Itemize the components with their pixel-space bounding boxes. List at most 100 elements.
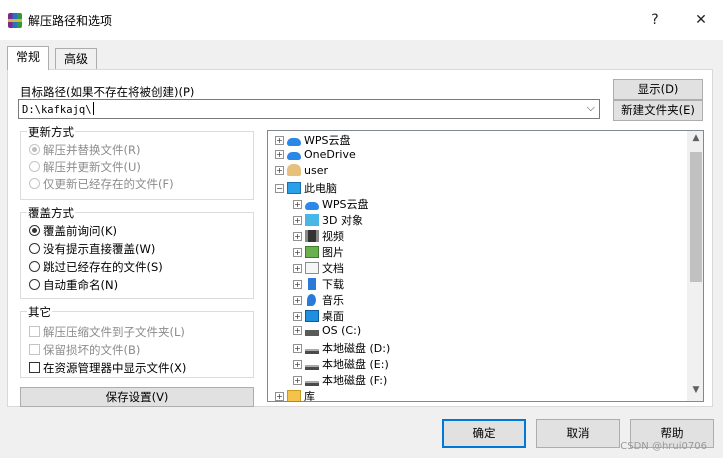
drive-icon [305, 365, 319, 370]
tree-item[interactable]: +3D 对象 [293, 212, 363, 228]
radio-icon [29, 225, 40, 236]
title-bar: 解压路径和选项 ? ✕ [0, 0, 723, 40]
tree-item[interactable]: + user [275, 164, 328, 180]
radio-icon [29, 261, 40, 272]
update-option-update[interactable]: 解压并更新文件(U) [29, 159, 141, 175]
checkbox-icon [29, 326, 40, 337]
tree-item[interactable]: + 文档 [293, 260, 344, 276]
3d-objects-icon [305, 214, 319, 226]
overwrite-option-rename[interactable]: 自动重命名(N) [29, 277, 118, 293]
pictures-icon [305, 246, 319, 258]
tree-item[interactable]: + WPS云盘 [275, 132, 351, 148]
show-button[interactable]: 显示(D) [613, 79, 703, 100]
computer-icon [287, 182, 301, 194]
overwrite-mode-group: 覆盖方式 覆盖前询问(K) 没有提示直接覆盖(W) 跳过已经存在的文件(S) 自… [20, 205, 254, 299]
tree-item[interactable]: + OneDrive [275, 148, 356, 164]
expand-icon[interactable]: + [293, 264, 302, 273]
radio-icon [29, 178, 40, 189]
update-mode-group: 更新方式 解压并替换文件(R) 解压并更新文件(U) 仅更新已经存在的文件(F) [20, 124, 254, 200]
downloads-icon [308, 278, 316, 290]
scroll-down-icon[interactable]: ▼ [688, 385, 703, 395]
dialog-body: 常规 高级 目标路径(如果不存在将被创建)(P) D:\kafkajq\ ⌵ 显… [0, 40, 723, 458]
misc-group: 其它 解压压缩文件到子文件夹(L) 保留损坏的文件(B) 在资源管理器中显示文件… [20, 304, 254, 378]
cloud-icon [287, 152, 301, 160]
expand-icon[interactable]: + [293, 326, 302, 335]
radio-icon [29, 243, 40, 254]
destination-path-combo[interactable]: D:\kafkajq\ ⌵ [18, 99, 600, 119]
expand-icon[interactable]: + [293, 216, 302, 225]
drive-icon [305, 349, 319, 354]
overwrite-option-skip[interactable]: 跳过已经存在的文件(S) [29, 259, 163, 275]
cloud-icon [305, 202, 319, 210]
cancel-button[interactable]: 取消 [536, 419, 620, 448]
misc-option-keep-broken[interactable]: 保留损坏的文件(B) [29, 342, 140, 358]
tree-item[interactable]: + 库 [275, 388, 315, 401]
tree-item[interactable]: + 音乐 [293, 292, 344, 308]
os-drive-icon [305, 330, 319, 336]
folder-tree[interactable]: + WPS云盘 + OneDrive + user − 此电脑 + WPS云盘 +3D 对… [267, 130, 704, 402]
window-title: 解压路径和选项 [28, 14, 113, 28]
expand-icon[interactable]: + [275, 150, 284, 159]
expand-icon[interactable]: + [293, 312, 302, 321]
radio-icon [29, 161, 40, 172]
expand-icon[interactable]: + [293, 232, 302, 241]
expand-icon[interactable]: + [293, 248, 302, 257]
overwrite-mode-title: 覆盖方式 [27, 205, 75, 221]
tree-item[interactable]: + OS (C:) [293, 324, 361, 340]
tree-item[interactable]: + 本地磁盘 (D:) [293, 340, 390, 356]
ok-button[interactable]: 确定 [442, 419, 526, 448]
text-caret [92, 102, 94, 115]
expand-icon[interactable]: + [275, 136, 284, 145]
update-mode-title: 更新方式 [27, 124, 75, 140]
expand-icon[interactable]: + [293, 296, 302, 305]
expand-icon[interactable]: + [293, 280, 302, 289]
library-icon [287, 390, 301, 401]
tree-item[interactable]: + 桌面 [293, 308, 344, 324]
desktop-icon [305, 310, 319, 322]
destination-label: 目标路径(如果不存在将被创建)(P) [20, 85, 195, 99]
expand-icon[interactable]: + [293, 360, 302, 369]
tree-item[interactable]: + 图片 [293, 244, 344, 260]
tree-item[interactable]: + 本地磁盘 (E:) [293, 356, 389, 372]
tree-item[interactable]: + 本地磁盘 (F:) [293, 372, 387, 388]
expand-icon[interactable]: + [275, 166, 284, 175]
music-icon [307, 294, 316, 306]
user-icon [287, 164, 301, 176]
tree-scrollbar[interactable]: ▲ ▼ [687, 131, 703, 401]
close-icon[interactable]: ✕ [688, 8, 714, 32]
video-icon [305, 230, 319, 242]
tree-item[interactable]: − 此电脑 [275, 180, 337, 196]
save-settings-button[interactable]: 保存设置(V) [20, 387, 254, 407]
expand-icon[interactable]: + [293, 344, 302, 353]
radio-icon [29, 279, 40, 290]
overwrite-option-no-prompt[interactable]: 没有提示直接覆盖(W) [29, 241, 155, 257]
cloud-icon [287, 138, 301, 146]
expand-icon[interactable]: + [293, 200, 302, 209]
tree-item[interactable]: + 视频 [293, 228, 344, 244]
scrollbar-thumb[interactable] [690, 152, 702, 282]
update-option-replace[interactable]: 解压并替换文件(R) [29, 142, 140, 158]
scroll-up-icon[interactable]: ▲ [688, 133, 703, 143]
tab-general[interactable]: 常规 [7, 46, 50, 70]
expand-icon[interactable]: + [293, 376, 302, 385]
tree-item[interactable]: + WPS云盘 [293, 196, 369, 212]
update-option-existing-only[interactable]: 仅更新已经存在的文件(F) [29, 176, 174, 192]
checkbox-icon [29, 362, 40, 373]
radio-icon [29, 144, 40, 155]
tree-item[interactable]: + 下载 [293, 276, 344, 292]
misc-option-show-in-explorer[interactable]: 在资源管理器中显示文件(X) [29, 360, 186, 376]
documents-icon [305, 262, 319, 274]
winrar-app-icon [8, 13, 22, 28]
watermark: CSDN @hrui0706 [620, 441, 707, 452]
overwrite-option-ask[interactable]: 覆盖前询问(K) [29, 223, 117, 239]
expand-icon[interactable]: + [275, 392, 284, 401]
drive-icon [305, 381, 319, 386]
destination-path-input[interactable]: D:\kafkajq\ [22, 102, 94, 116]
chevron-down-icon[interactable]: ⌵ [587, 101, 595, 115]
collapse-icon[interactable]: − [275, 184, 284, 193]
help-icon[interactable]: ? [642, 8, 668, 32]
checkbox-icon [29, 344, 40, 355]
new-folder-button[interactable]: 新建文件夹(E) [613, 100, 703, 121]
misc-option-subfolder[interactable]: 解压压缩文件到子文件夹(L) [29, 324, 185, 340]
tab-advanced[interactable]: 高级 [55, 48, 98, 70]
